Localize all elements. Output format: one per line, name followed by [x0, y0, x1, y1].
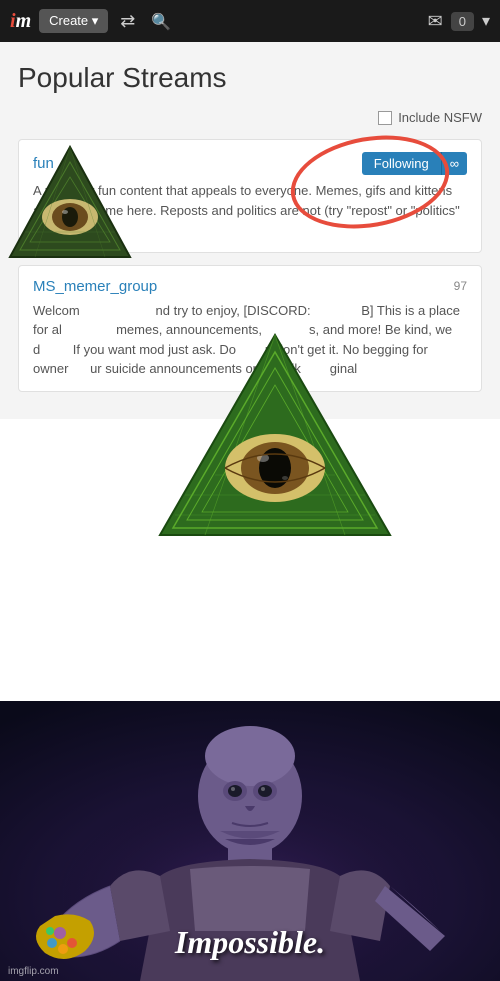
page-title: Popular Streams	[18, 62, 482, 94]
stream-item-ms: MS_memer_group 97 Welcom nd try to enjoy…	[18, 265, 482, 392]
nsfw-row: Include NSFW	[18, 110, 482, 125]
shuffle-button[interactable]: ⇄	[116, 7, 139, 36]
shuffle-icon: ⇄	[120, 11, 135, 31]
stream-count-ms: 97	[454, 279, 467, 293]
logo-m: m	[16, 10, 32, 32]
stream-header-ms: MS_memer_group 97	[33, 278, 467, 295]
search-icon: 🔍	[151, 14, 171, 31]
stream-actions-fun: Following ∞	[362, 152, 467, 175]
stream-item-fun: fun Following ∞ A place for fun content …	[18, 139, 482, 253]
mail-icon: ✉	[428, 11, 443, 32]
profile-dropdown-icon[interactable]: ▾	[482, 11, 490, 31]
search-button[interactable]: 🔍	[147, 7, 175, 36]
notification-badge: 0	[451, 12, 474, 31]
impossible-text: Impossible.	[175, 924, 325, 961]
create-button[interactable]: Create ▾	[39, 9, 108, 33]
stream-name-fun[interactable]: fun	[33, 155, 54, 172]
site-logo: im	[10, 10, 31, 33]
imgflip-watermark: imgflip.com	[8, 966, 59, 977]
stream-description-ms: Welcom nd try to enjoy, [DISCORD: B] Thi…	[33, 301, 467, 379]
stream-header-fun: fun Following ∞	[33, 152, 467, 175]
thanos-section: Impossible. imgflip.com	[0, 701, 500, 981]
stream-name-ms[interactable]: MS_memer_group	[33, 278, 157, 295]
nsfw-checkbox[interactable]	[378, 111, 392, 125]
topbar: im Create ▾ ⇄ 🔍 ✉ 0 ▾	[0, 0, 500, 42]
main-content: Popular Streams Include NSFW fun Followi…	[0, 42, 500, 419]
nsfw-label: Include NSFW	[398, 110, 482, 125]
stream-description-fun: A place for fun content that appeals to …	[33, 181, 467, 240]
following-button[interactable]: Following	[362, 152, 441, 175]
infinity-button[interactable]: ∞	[441, 152, 467, 175]
